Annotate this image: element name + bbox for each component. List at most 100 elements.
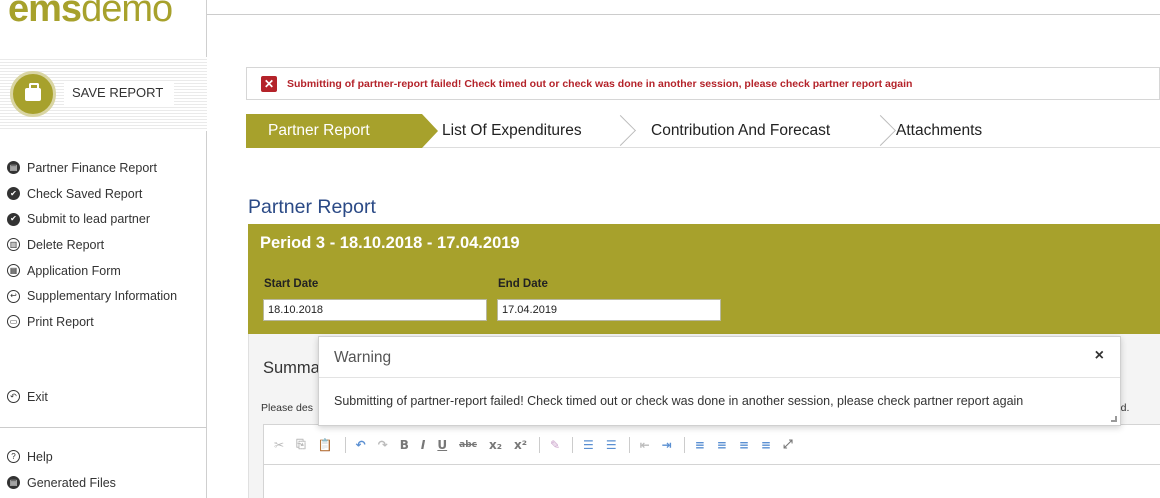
check-icon: ✔ xyxy=(7,187,20,201)
indent-icon[interactable]: ⇥ xyxy=(662,438,672,452)
sidebar-item-check-saved-report[interactable]: ✔ Check Saved Report xyxy=(0,181,177,207)
sidebar-item-print-report[interactable]: ▭ Print Report xyxy=(0,309,177,335)
save-report-label[interactable]: SAVE REPORT xyxy=(64,81,174,105)
submit-icon: ✔ xyxy=(7,212,20,226)
header-divider xyxy=(207,14,1160,15)
tab-label: Attachments xyxy=(896,122,983,139)
sidebar-item-delete-report[interactable]: ▥ Delete Report xyxy=(0,232,177,258)
toolbar-separator xyxy=(628,436,630,453)
dialog-header: Warning × xyxy=(319,337,1120,378)
underline-icon[interactable]: U xyxy=(437,438,447,452)
app-logo: emsdemo xyxy=(8,0,173,32)
end-date-field[interactable]: 17.04.2019 xyxy=(497,299,721,321)
summary-description-start: Please des xyxy=(261,402,313,414)
page-title: Partner Report xyxy=(248,196,376,218)
tab-list-of-expenditures[interactable]: List Of Expenditures xyxy=(442,114,582,148)
end-date-label: End Date xyxy=(498,278,548,290)
tab-separator xyxy=(874,114,890,148)
subscript-icon[interactable]: x₂ xyxy=(489,438,502,452)
sidebar-item-application-form[interactable]: ▦ Application Form xyxy=(0,258,177,284)
tab-label: Partner Report xyxy=(268,122,370,139)
editor-toolbar: ✂ ⎘ 📋 ↶ ↷ B I U abc x₂ x² ✎ ☰ ☰ ⇤ ⇥ ≡ ≡ … xyxy=(264,425,1160,465)
copy-icon[interactable]: ⎘ xyxy=(296,437,306,452)
superscript-icon[interactable]: x² xyxy=(514,438,527,452)
sidebar-item-partner-finance-report[interactable]: ▤ Partner Finance Report xyxy=(0,155,177,181)
briefcase-icon xyxy=(25,82,41,101)
logo-demo: demo xyxy=(81,0,173,30)
report-tabs: Partner Report List Of Expenditures Cont… xyxy=(246,114,1160,148)
sidebar-item-label: Exit xyxy=(27,389,48,404)
save-report-panel: SAVE REPORT xyxy=(0,57,207,131)
align-right-icon[interactable]: ≡ xyxy=(739,438,749,452)
sidebar-item-exit[interactable]: ↶ Exit xyxy=(0,384,48,410)
tab-separator xyxy=(614,114,630,148)
toolbar-separator xyxy=(538,436,540,453)
start-date-field[interactable]: 18.10.2018 xyxy=(263,299,487,321)
exit-section: ↶ Exit xyxy=(0,384,48,410)
maximize-icon[interactable]: ⤢ xyxy=(783,437,793,452)
form-icon: ▦ xyxy=(7,264,20,278)
sidebar-menu: ▤ Partner Finance Report ✔ Check Saved R… xyxy=(0,155,177,335)
toolbar-separator xyxy=(572,436,574,453)
report-icon: ▤ xyxy=(7,161,20,175)
sidebar-item-label: Submit to lead partner xyxy=(27,212,150,227)
align-center-icon[interactable]: ≡ xyxy=(717,438,727,452)
sidebar-item-label: Help xyxy=(27,449,53,464)
toolbar-separator xyxy=(344,436,346,453)
resize-handle-icon[interactable] xyxy=(1111,416,1117,422)
dialog-title: Warning xyxy=(334,349,392,366)
exit-icon: ↶ xyxy=(7,390,20,404)
undo-icon[interactable]: ↶ xyxy=(356,438,366,452)
print-icon: ▭ xyxy=(7,315,20,329)
cut-icon[interactable]: ✂ xyxy=(274,438,284,452)
files-icon: ▤ xyxy=(7,476,20,490)
sidebar-item-supplementary-information[interactable]: ↩ Supplementary Information xyxy=(0,283,177,309)
sidebar: emsdemo SAVE REPORT ▤ Partner Finance Re… xyxy=(0,0,207,498)
tab-contribution-and-forecast[interactable]: Contribution And Forecast xyxy=(651,114,830,148)
redo-icon[interactable]: ↷ xyxy=(378,438,388,452)
alert-message: Submitting of partner-report failed! Che… xyxy=(287,77,913,90)
align-justify-icon[interactable]: ≡ xyxy=(761,438,771,452)
remove-format-icon[interactable]: ✎ xyxy=(550,438,560,452)
start-date-label: Start Date xyxy=(264,278,319,290)
tab-label: Contribution And Forecast xyxy=(651,122,831,139)
paste-icon[interactable]: 📋 xyxy=(318,438,333,452)
period-title: Period 3 - 18.10.2018 - 17.04.2019 xyxy=(260,234,520,252)
info-icon: ↩ xyxy=(7,289,20,303)
sidebar-item-label: Partner Finance Report xyxy=(27,160,157,175)
summary-title: Summa xyxy=(263,359,320,377)
bulleted-list-icon[interactable]: ☰ xyxy=(606,438,617,452)
sidebar-item-generated-files[interactable]: ▤ Generated Files xyxy=(0,470,116,496)
tab-partner-report[interactable]: Partner Report xyxy=(246,114,438,148)
help-icon: ? xyxy=(7,450,20,464)
error-icon: ✕ xyxy=(261,75,277,92)
logo-ems: ems xyxy=(8,0,82,30)
sidebar-item-label: Supplementary Information xyxy=(27,289,178,304)
toolbar-separator xyxy=(683,436,685,453)
sidebar-item-label: Application Form xyxy=(27,263,121,278)
sidebar-item-label: Print Report xyxy=(27,314,94,329)
sidebar-item-help[interactable]: ? Help xyxy=(0,444,116,470)
outdent-icon[interactable]: ⇤ xyxy=(640,438,650,452)
italic-icon[interactable]: I xyxy=(421,438,425,452)
bold-icon[interactable]: B xyxy=(400,438,409,452)
sidebar-item-label: Generated Files xyxy=(27,475,116,490)
error-alert: ✕ Submitting of partner-report failed! C… xyxy=(246,67,1160,100)
numbered-list-icon[interactable]: ☰ xyxy=(583,438,594,452)
strikethrough-icon[interactable]: abc xyxy=(459,440,477,450)
sidebar-item-label: Check Saved Report xyxy=(27,186,143,201)
summary-editor[interactable]: ✂ ⎘ 📋 ↶ ↷ B I U abc x₂ x² ✎ ☰ ☰ ⇤ ⇥ ≡ ≡ … xyxy=(263,424,1160,498)
sidebar-item-label: Delete Report xyxy=(27,237,105,252)
save-report-button[interactable] xyxy=(10,71,56,117)
sidebar-bottom-menu: ? Help ▤ Generated Files xyxy=(0,444,116,495)
trash-icon: ▥ xyxy=(7,238,20,252)
tab-attachments[interactable]: Attachments xyxy=(896,114,982,148)
sidebar-item-submit-to-lead-partner[interactable]: ✔ Submit to lead partner xyxy=(0,206,177,232)
tab-label: List Of Expenditures xyxy=(442,122,582,139)
warning-dialog: Warning × Submitting of partner-report f… xyxy=(318,336,1121,426)
align-left-icon[interactable]: ≡ xyxy=(695,438,705,452)
period-panel: Period 3 - 18.10.2018 - 17.04.2019 Start… xyxy=(248,224,1160,334)
sidebar-divider xyxy=(0,427,207,428)
close-icon[interactable]: × xyxy=(1095,347,1104,365)
dialog-message: Submitting of partner-report failed! Che… xyxy=(334,394,1024,408)
